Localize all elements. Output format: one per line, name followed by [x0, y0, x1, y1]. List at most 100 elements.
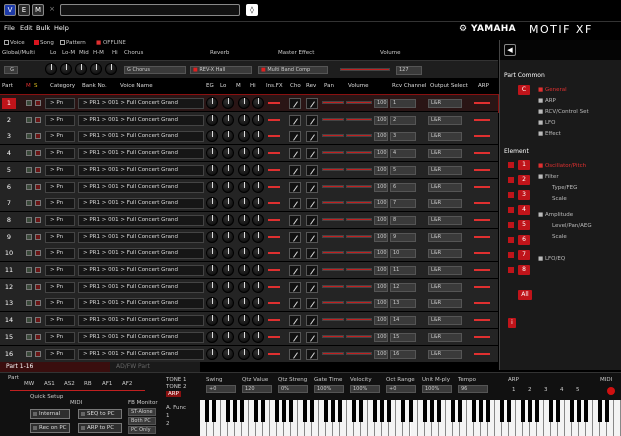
rcv-channel-select[interactable]: 4 [390, 149, 416, 159]
nav-lfo[interactable]: ■ LFO [538, 120, 556, 126]
eq-knob[interactable] [238, 280, 250, 293]
rcv-channel-select[interactable]: 3 [390, 132, 416, 142]
volume-slider[interactable] [346, 284, 372, 288]
voice-name-field[interactable]: > PR1 > 001 > Full Concert Grand [78, 98, 204, 109]
table-row[interactable]: 6 > Pn > PR1 > 001 > Full Concert Grand 100… [0, 178, 498, 196]
nav-filter[interactable]: ■ Filter [538, 174, 559, 180]
ins-fx-indicator[interactable] [268, 185, 280, 188]
param-value[interactable]: +0 [386, 385, 416, 393]
volume-slider[interactable] [346, 184, 372, 188]
reverb-send-knob[interactable] [306, 265, 318, 276]
black-key[interactable] [373, 400, 378, 422]
ins-fx-indicator[interactable] [268, 302, 280, 305]
internal-button[interactable]: Internal [30, 409, 70, 419]
reverb-send-knob[interactable] [306, 298, 318, 310]
black-key[interactable] [534, 400, 539, 422]
nav-type-feg[interactable]: Type/FEG [552, 185, 577, 191]
part-number[interactable]: 5 [2, 165, 16, 176]
element-button-4[interactable]: 4 [518, 205, 530, 215]
output-select[interactable]: L&R [428, 215, 462, 225]
volume-value[interactable]: 100 [374, 182, 388, 192]
ins-fx-indicator[interactable] [268, 152, 280, 155]
output-select[interactable]: L&R [428, 165, 462, 175]
chorus-send-knob[interactable] [289, 281, 301, 293]
black-key[interactable] [520, 400, 525, 422]
eq-knob[interactable] [238, 130, 250, 143]
arp-indicator[interactable] [474, 269, 490, 271]
chorus-send-knob[interactable] [289, 131, 301, 143]
arp-number-3[interactable]: 3 [544, 387, 548, 393]
tab-part-1-16[interactable]: Part 1-16 [0, 362, 110, 372]
black-key[interactable] [310, 400, 315, 422]
eq-knob[interactable] [206, 130, 218, 143]
rec-on-pc-button[interactable]: Rec on PC [30, 423, 70, 433]
solo-toggle[interactable] [35, 350, 41, 357]
category-select[interactable]: > Pn [45, 214, 75, 226]
volume-value[interactable]: 100 [374, 99, 388, 108]
black-key[interactable] [331, 400, 336, 422]
arp-indicator[interactable] [474, 352, 490, 355]
volume-value[interactable]: 100 [374, 115, 388, 125]
category-select[interactable]: > Pn [45, 131, 75, 143]
element-toggle-icon[interactable] [508, 177, 514, 183]
pan-slider[interactable] [322, 167, 344, 171]
table-row[interactable]: 1 > Pn > PR1 > 001 > Full Concert Grand 100… [0, 94, 499, 113]
element-toggle-icon[interactable] [508, 267, 514, 273]
arp-to-pc-button[interactable]: ARP to PC [78, 423, 122, 433]
rcv-channel-select[interactable]: 13 [390, 299, 416, 309]
eq-knob[interactable] [252, 213, 264, 226]
output-select[interactable]: L&R [428, 199, 462, 209]
reverb-send-knob[interactable] [306, 281, 318, 293]
black-key[interactable] [604, 400, 609, 422]
eq-knob[interactable] [206, 163, 218, 176]
solo-toggle[interactable] [35, 200, 41, 207]
eq-knob[interactable] [222, 97, 234, 109]
volume-slider[interactable] [346, 234, 372, 238]
reverb-send-knob[interactable] [306, 114, 318, 126]
eq-knob[interactable] [222, 113, 234, 126]
black-key[interactable] [233, 400, 238, 422]
eq-h-m-knob[interactable] [90, 63, 102, 75]
tone1-toggle[interactable]: TONE 1 [166, 377, 187, 383]
mute-toggle[interactable] [26, 317, 32, 324]
pan-slider[interactable] [322, 268, 344, 271]
solo-toggle[interactable] [35, 333, 41, 340]
category-select[interactable]: > Pn [45, 348, 75, 360]
param-value[interactable]: 100% [350, 385, 380, 393]
param-value[interactable]: 96 [458, 385, 488, 393]
arp-indicator[interactable] [474, 302, 490, 305]
arp-indicator[interactable] [474, 118, 490, 121]
eq-knob[interactable] [206, 314, 218, 327]
solo-toggle[interactable] [35, 267, 41, 273]
eq-knob[interactable] [252, 314, 264, 327]
param-value[interactable]: 100% [422, 385, 452, 393]
ins-fx-indicator[interactable] [268, 352, 280, 355]
arp-indicator[interactable] [474, 202, 490, 205]
param-value[interactable]: +0 [206, 385, 236, 393]
chorus-send-knob[interactable] [289, 348, 301, 360]
mute-toggle[interactable] [26, 267, 32, 273]
output-select[interactable]: L&R [428, 182, 462, 192]
part-number[interactable]: 13 [2, 298, 16, 309]
eq-knob[interactable] [238, 147, 250, 160]
pan-slider[interactable] [322, 251, 344, 255]
eq-knob[interactable] [206, 297, 218, 310]
eq-knob[interactable] [238, 230, 250, 243]
part-number[interactable]: 4 [2, 148, 16, 159]
chorus-send-knob[interactable] [289, 198, 301, 210]
category-select[interactable]: > Pn [45, 331, 75, 343]
chorus-send-knob[interactable] [289, 265, 301, 276]
eq-knob[interactable] [252, 230, 264, 243]
pan-slider[interactable] [322, 351, 344, 355]
black-key[interactable] [478, 400, 483, 422]
global-volume-value[interactable]: 127 [396, 66, 422, 75]
voice-name-field[interactable]: > PR1 > 001 > Full Concert Grand [78, 198, 204, 210]
reverb-send-knob[interactable] [306, 248, 318, 260]
eq-knob[interactable] [222, 247, 234, 260]
eq-knob[interactable] [238, 97, 250, 109]
ins-fx-indicator[interactable] [268, 118, 280, 121]
volume-slider[interactable] [346, 201, 372, 205]
voice-editor-icon[interactable]: V [4, 4, 16, 16]
mode-song[interactable]: Song [34, 40, 54, 46]
eq-knob[interactable] [206, 264, 218, 276]
